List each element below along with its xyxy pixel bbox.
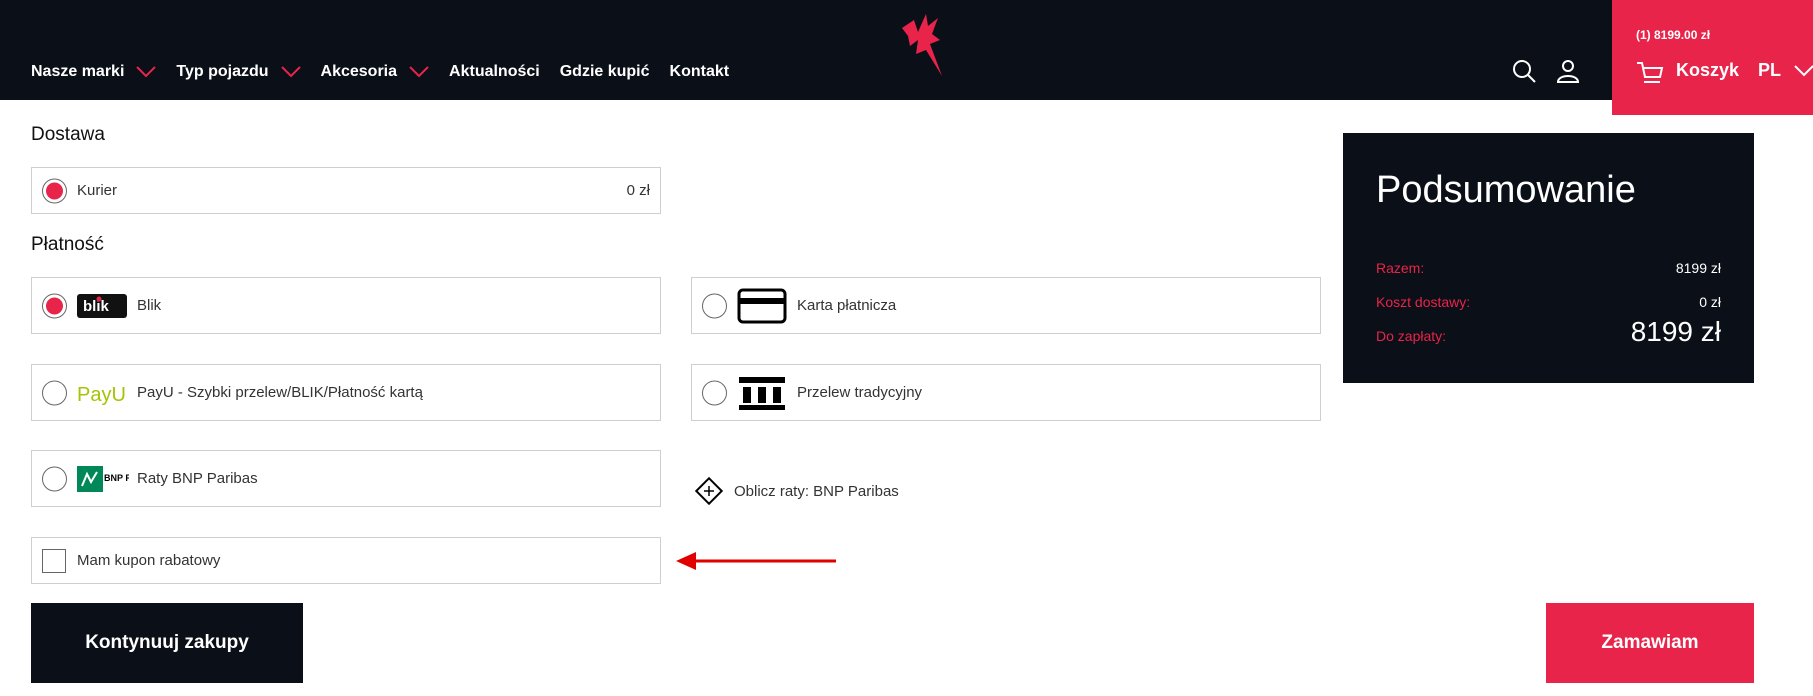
- calculator-icon: [694, 476, 724, 506]
- summary-value: 8199 zł: [1675, 260, 1721, 276]
- chevron-down-icon: [409, 66, 429, 78]
- nav-item-kontakt[interactable]: Kontakt: [670, 62, 730, 82]
- summary-key: Koszt dostawy:: [1376, 294, 1471, 310]
- blik-logo: blik: [77, 293, 127, 318]
- nav-item-nasze-marki[interactable]: Nasze marki: [31, 62, 157, 82]
- nav-item-typ-pojazdu[interactable]: Typ pojazdu: [176, 62, 301, 82]
- payment-option-blik[interactable]: blik Blik: [31, 277, 661, 334]
- option-label: Karta płatnicza: [797, 297, 897, 314]
- credit-card-icon: [737, 288, 787, 323]
- red-arrow-annotation: [676, 552, 836, 570]
- payment-option-payu[interactable]: PayU PayU - Szybki przelew/BLIK/Płatność…: [31, 364, 661, 421]
- nav-item-gdzie-kupic[interactable]: Gdzie kupić: [560, 62, 650, 82]
- coupon-option[interactable]: Mam kupon rabatowy: [31, 537, 661, 584]
- user-icon[interactable]: [1555, 58, 1581, 84]
- payu-logo: PayU: [77, 384, 126, 406]
- payment-option-karta[interactable]: Karta płatnicza: [691, 277, 1321, 334]
- search-icon[interactable]: [1511, 58, 1537, 84]
- cart-amount: (1) 8199.00 zł: [1636, 28, 1711, 42]
- order-summary: Podsumowanie Razem: 8199 zł Koszt dostaw…: [1343, 133, 1754, 383]
- summary-value: 0 zł: [1699, 294, 1721, 310]
- option-label: Przelew tradycyjny: [797, 384, 923, 401]
- nav-item-label: Gdzie kupić: [559, 63, 650, 80]
- radio-button-selected[interactable]: [42, 178, 67, 203]
- nav-item-label: Typ pojazdu: [176, 63, 269, 80]
- option-price: 0 zł: [626, 182, 650, 199]
- radio-button[interactable]: [42, 380, 67, 405]
- option-label: Raty BNP Paribas: [137, 470, 258, 487]
- coupon-label: Mam kupon rabatowy: [77, 552, 221, 569]
- bank-icon: [739, 376, 785, 410]
- payment-option-przelew[interactable]: Przelew tradycyjny: [691, 364, 1321, 421]
- nav-item-label: Aktualności: [449, 63, 540, 80]
- nav-item-label: Nasze marki: [31, 63, 125, 80]
- pegasus-logo-icon[interactable]: [892, 10, 952, 80]
- payment-option-bnp[interactable]: BNP PARIBAS Raty BNP Paribas: [31, 450, 661, 507]
- payment-title: Płatność: [31, 234, 104, 255]
- cart-icon[interactable]: [1636, 60, 1664, 84]
- nav-item-label: Akcesoria: [320, 63, 398, 80]
- chevron-down-icon: [136, 66, 157, 78]
- delivery-title: Dostawa: [31, 124, 105, 145]
- continue-shopping-button[interactable]: Kontynuuj zakupy: [31, 603, 303, 683]
- installment-calculator-link[interactable]: Oblicz raty: BNP Paribas: [694, 476, 899, 506]
- option-label: Blik: [137, 297, 162, 314]
- payu-logo-text: PayU: [77, 384, 126, 406]
- language-selector[interactable]: PL: [1758, 60, 1781, 81]
- nav-item-label: Kontakt: [669, 63, 730, 80]
- radio-button[interactable]: [42, 466, 67, 491]
- summary-key: Razem:: [1376, 260, 1425, 276]
- summary-key: Do zapłaty:: [1376, 328, 1447, 344]
- bnp-logo-text: BNP PARIBAS: [104, 473, 129, 483]
- delivery-option-kurier[interactable]: Kurier 0 zł: [31, 167, 661, 214]
- chevron-down-icon: [280, 66, 301, 78]
- nav-item-akcesoria[interactable]: Akcesoria: [321, 62, 430, 82]
- summary-title: Podsumowanie: [1376, 169, 1636, 211]
- summary-value-total: 8199 zł: [1630, 316, 1721, 347]
- option-label: Kurier: [77, 182, 118, 199]
- radio-button-selected[interactable]: [42, 293, 67, 318]
- option-label: PayU - Szybki przelew/BLIK/Płatność kart…: [137, 384, 423, 401]
- bnp-paribas-logo: BNP PARIBAS: [77, 465, 129, 492]
- radio-button[interactable]: [702, 293, 727, 318]
- cart-block[interactable]: (1) 8199.00 zł Koszyk PL: [1612, 0, 1813, 115]
- place-order-button[interactable]: Zamawiam: [1546, 603, 1754, 683]
- radio-button[interactable]: [702, 380, 727, 405]
- nav-item-aktualnosci[interactable]: Aktualności: [449, 62, 540, 82]
- blik-logo-text: blik: [83, 298, 109, 315]
- site-header: Nasze marki Typ pojazdu Akcesoria Aktual…: [0, 0, 1813, 115]
- coupon-checkbox[interactable]: [42, 548, 66, 573]
- cart-label[interactable]: Koszyk: [1676, 60, 1739, 81]
- main-nav: Nasze marki Typ pojazdu Akcesoria Aktual…: [31, 62, 749, 82]
- calculator-label: Oblicz raty: BNP Paribas: [734, 482, 899, 500]
- chevron-down-icon[interactable]: [1794, 65, 1813, 77]
